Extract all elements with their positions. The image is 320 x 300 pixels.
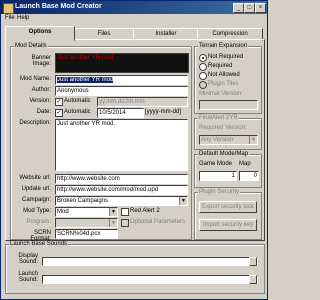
main-window: Launch Base Mod Creator _ □ × File Help …: [0, 0, 268, 300]
terrain-option-label: Not Allowed: [208, 72, 240, 78]
terrain-radio-not-required[interactable]: [199, 54, 207, 62]
plugin-security-group: Plugin Security Export security lock Imp…: [194, 189, 262, 240]
mod-details-group: Mod Details Banner Image: Just another Y…: [10, 43, 192, 242]
required-version-value: Any Version: [201, 137, 234, 143]
game-mode-label: Game Mode: [199, 161, 233, 167]
sounds-group: Launch Base Sounds Display Sound: Launch…: [5, 241, 265, 294]
menu-bar: File Help: [1, 14, 267, 24]
terrain-option-label: Not Required: [208, 54, 244, 60]
banner-label: Banner Image:: [31, 55, 51, 67]
website-label: Website url:: [19, 175, 51, 181]
display-sound-slider[interactable]: [42, 257, 258, 266]
display-sound-label: Display Sound:: [18, 253, 38, 265]
description-label: Description:: [19, 120, 51, 126]
display-sound-thumb[interactable]: [249, 257, 257, 266]
mod-type-value: Mod: [57, 209, 69, 215]
scrn-format-input[interactable]: SCRN%04d.pcx: [55, 229, 118, 239]
launch-sound-label: Launch Sound:: [18, 271, 38, 283]
program-label: Program:: [26, 219, 51, 225]
terrain-radio-required[interactable]: [199, 63, 207, 71]
mod-type-select[interactable]: Mod ▼: [55, 207, 118, 217]
red-alert-label: Red Alert 2: [130, 208, 160, 214]
tab-options[interactable]: Options: [5, 26, 75, 41]
campaign-label: Campaign:: [21, 197, 51, 203]
game-mode-input[interactable]: 1: [199, 171, 237, 181]
date-input[interactable]: 10/5/2014: [97, 108, 144, 118]
maximize-button[interactable]: □: [244, 3, 255, 13]
map-input[interactable]: 0: [239, 171, 259, 181]
plugin-security-label: Plugin Security: [198, 189, 241, 195]
chevron-down-icon[interactable]: ▼: [179, 197, 187, 205]
default-mode-label: Default Mode/Map: [198, 151, 250, 157]
title-bar[interactable]: Launch Base Mod Creator _ □ ×: [1, 1, 267, 14]
update-label: Update url:: [21, 186, 51, 192]
import-security-key-button[interactable]: Import security key: [199, 219, 257, 231]
campaign-value: Broken Campaigns: [57, 198, 109, 204]
sounds-label: Launch Base Sounds: [9, 241, 69, 247]
options-panel: Mod Details Banner Image: Just another Y…: [5, 39, 265, 242]
minimize-button[interactable]: _: [233, 3, 244, 13]
terrain-option-label: Plugin Tiles: [208, 81, 239, 87]
version-auto-checkbox[interactable]: ✓: [55, 98, 63, 106]
terrain-group: Terrain Expansion Not Required Required …: [194, 43, 262, 114]
terrain-label: Terrain Expansion: [198, 43, 249, 49]
chevron-down-icon[interactable]: ▼: [109, 208, 117, 216]
date-label: Date:: [36, 109, 51, 115]
mod-name-value: Just another YR mod: [57, 77, 114, 83]
export-security-lock-button[interactable]: Export security lock: [199, 201, 257, 213]
update-input[interactable]: http://www.website.com/mod/mod.upd: [55, 185, 188, 195]
banner-image[interactable]: Just another YR mod: [55, 53, 189, 73]
menu-file[interactable]: File: [5, 15, 15, 21]
required-version-label: Required Version:: [199, 125, 247, 131]
app-icon: [3, 3, 14, 14]
red-alert-checkbox[interactable]: [121, 208, 129, 216]
window-title: Launch Base Mod Creator: [15, 3, 102, 10]
terrain-radio-not-allowed[interactable]: [199, 72, 207, 80]
menu-help[interactable]: Help: [17, 15, 29, 21]
terrain-radio-plugin-tiles[interactable]: [199, 81, 207, 89]
launch-sound-slider[interactable]: [42, 275, 258, 284]
website-input[interactable]: http://www.website.com: [55, 174, 188, 184]
mod-details-label: Mod Details: [14, 43, 48, 49]
terrain-option-label: Required: [208, 63, 233, 69]
finalalert-label: FinalAlert 2YR: [198, 115, 239, 121]
date-format-label: [yyyy-mm-dd]: [145, 109, 181, 115]
author-input[interactable]: Anonymous: [55, 86, 188, 96]
version-auto-label: Automatic: [64, 98, 91, 104]
date-auto-checkbox[interactable]: ✓: [55, 109, 63, 117]
required-version-select[interactable]: Any Version ▼: [199, 135, 258, 145]
program-select[interactable]: ▼: [55, 218, 118, 228]
author-label: Author:: [31, 87, 51, 93]
optional-params-checkbox[interactable]: [121, 219, 129, 227]
minimal-version-input[interactable]: [199, 100, 258, 110]
version-input[interactable]: yy.mm.dd.hh.mm: [97, 97, 188, 107]
default-mode-group: Default Mode/Map Game Mode Map 1 0: [194, 151, 262, 188]
map-label: Map: [239, 161, 251, 167]
banner-text: Just another YR mod: [57, 55, 114, 61]
date-auto-label: Automatic: [64, 109, 91, 115]
mod-type-label: Mod Type:: [23, 208, 51, 214]
campaign-select[interactable]: Broken Campaigns ▼: [55, 196, 188, 206]
mod-name-label: Mod Name:: [19, 76, 51, 82]
description-textarea[interactable]: Just another YR mod.: [55, 119, 188, 171]
chevron-down-icon[interactable]: ▼: [109, 219, 117, 227]
version-label: Version:: [29, 98, 51, 104]
mod-name-input[interactable]: Just another YR mod: [55, 75, 188, 85]
finalalert-group: FinalAlert 2YR Required Version: Any Ver…: [194, 115, 262, 150]
chevron-down-icon[interactable]: ▼: [249, 136, 257, 144]
launch-sound-thumb[interactable]: [249, 275, 257, 284]
close-button[interactable]: ×: [255, 3, 266, 13]
optional-params-label: Optional Parameters: [130, 219, 186, 225]
minimal-version-label: Minimal Version:: [199, 91, 244, 97]
